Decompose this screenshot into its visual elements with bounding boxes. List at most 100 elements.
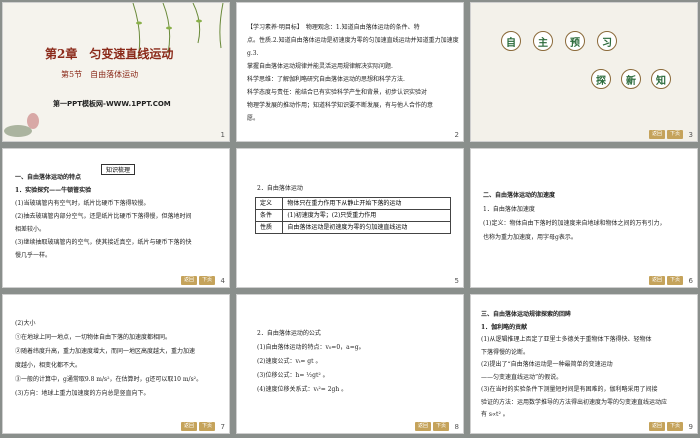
- cell: 物体只在重力作用下从静止开始下落的运动: [282, 197, 451, 210]
- title-char: 自: [501, 31, 521, 51]
- title-char: 预: [565, 31, 585, 51]
- content-text: 三、自由落体运动规律探索的回眸 1．伽利略的贡献 (1)从逻辑推理上否定了亚里士…: [481, 309, 695, 422]
- title-char: 新: [621, 69, 641, 89]
- slide-number: 6: [688, 277, 693, 285]
- slide-3[interactable]: 自 主 预 习 探 新 知 返回 下页 3: [470, 2, 698, 142]
- line: 三、自由落体运动规律探索的回眸: [481, 311, 572, 318]
- cell: 定义: [254, 197, 284, 210]
- line: ③一般的计算中，g通常取9.8 m/s²，在估算时，g还可以取10 m/s²。: [15, 376, 203, 383]
- back-button[interactable]: 返回: [648, 422, 665, 431]
- line: (2)大小: [15, 320, 36, 327]
- slide-7[interactable]: (2)大小 ①在地球上同一地点，一切物体自由下落的加速度都相同。 ②随着纬度升高…: [2, 294, 230, 434]
- line: 度越小，相变化都不大。: [15, 362, 82, 369]
- slide-4[interactable]: 知识梳理 一、自由落体运动的特点 1．实验探究——牛顿管实验 (1)当玻璃管内有…: [2, 148, 230, 288]
- content-text: 二、自由落体运动的加速度 1．自由落体加速度 (1)定义：物体自由下落时的加速度…: [483, 189, 695, 245]
- slide-number: 4: [220, 277, 225, 285]
- cell: (1)初速度为零；(2)只受重力作用: [282, 209, 451, 222]
- slide-number: 9: [688, 423, 693, 431]
- slide-5[interactable]: 2．自由落体运动 定义 物体只在重力作用下从静止开始下落的运动 条件 (1)初速度为…: [236, 148, 464, 288]
- back-button[interactable]: 返回: [648, 276, 665, 285]
- line: 也称为重力加速度，用字母g表示。: [483, 234, 577, 241]
- title-row-1: 自 主 预 习: [501, 31, 617, 51]
- line: (1)当玻璃管内有空气时，纸片比硬币下落得较慢。: [15, 200, 150, 207]
- slide-number: 1: [220, 131, 225, 139]
- next-button[interactable]: 下页: [198, 422, 215, 431]
- line: (3)方向：地球上重力加速度的方向总是竖直向下。: [15, 390, 150, 397]
- slide-8[interactable]: 2．自由落体运动的公式 (1)自由落体运动的特点：v₀=0，a=g。 (2)速度…: [236, 294, 464, 434]
- next-button[interactable]: 下页: [432, 422, 449, 431]
- nav-buttons: 返回 下页: [648, 276, 683, 285]
- line: 科学思维：了解伽利略研究自由落体运动的思想和科学方法.: [247, 76, 405, 83]
- line: (2)提出了“自由落体运动是一种最简单的变速运动: [481, 361, 613, 368]
- line: (3)在当时的实验条件下测量短时间是有困难的，伽利略采用了间接: [481, 386, 658, 393]
- line: 二、自由落体运动的加速度: [483, 192, 556, 199]
- line: 物理学发展的推动作用；知道科学知识要不断发展，有与他人合作的意: [247, 102, 434, 109]
- content-text: 2．自由落体运动的公式 (1)自由落体运动的特点：v₀=0，a=g。 (2)速度…: [257, 327, 457, 397]
- slide-number: 8: [454, 423, 459, 431]
- watermark: 第一PPT模板网-WWW.1PPT.COM: [53, 100, 171, 108]
- next-button[interactable]: 下页: [666, 276, 683, 285]
- lotus-decoration: [4, 113, 39, 137]
- table-row: 性质 自由落体运动是初速度为零的匀加速直线运动: [254, 221, 451, 234]
- line: 【学习素养·明目标】 物理观念：1.知道自由落体运动的条件、特: [247, 24, 420, 31]
- slide-number: 5: [454, 277, 459, 285]
- chapter-title: 第2章 匀变速直线运动: [45, 47, 174, 61]
- line: 愿。: [247, 115, 260, 122]
- nav-buttons: 返回 下页: [180, 276, 215, 285]
- slide-9[interactable]: 三、自由落体运动规律探索的回眸 1．伽利略的贡献 (1)从逻辑推理上否定了亚里士…: [470, 294, 698, 434]
- line: 掌握自由落体运动规律并能灵活运用规律解决实际问题.: [247, 63, 393, 70]
- slide-number: 7: [220, 423, 225, 431]
- objectives-text: 【学习素养·明目标】 物理观念：1.知道自由落体运动的条件、特 点。性质.2.知…: [247, 21, 459, 125]
- next-button[interactable]: 下页: [198, 276, 215, 285]
- line: (3)继续抽取玻璃管内的空气，使其接近真空，纸片与硬币下落的快: [15, 239, 192, 246]
- slide-number: 3: [688, 131, 693, 139]
- line: 验证的方法：运用数学推导的方法得出初速度为零的匀变速直线运动应: [481, 398, 668, 406]
- back-button[interactable]: 返回: [648, 130, 665, 139]
- cell: 条件: [254, 209, 284, 222]
- nav-buttons: 返回 下页: [414, 422, 449, 431]
- line: 点。性质.2.知道自由落体运动是初速度为零的匀加速直线运动并知道重力加速度g.3…: [247, 37, 459, 57]
- line: ①在地球上同一地点，一切物体自由下落的加速度都相同。: [15, 334, 172, 341]
- title-char: 知: [651, 69, 671, 89]
- table-row: 定义 物体只在重力作用下从静止开始下落的运动: [254, 197, 451, 210]
- line: (3)位移公式：h= ½gt² 。: [257, 372, 329, 379]
- line: (2)速度公式：vₜ= gt 。: [257, 358, 322, 365]
- line: ②随着纬度升高，重力加速度增大，而同一地区高度越大，重力加速: [15, 348, 196, 355]
- slide-2[interactable]: 【学习素养·明目标】 物理观念：1.知道自由落体运动的条件、特 点。性质.2.知…: [236, 2, 464, 142]
- title-row-2: 探 新 知: [591, 69, 671, 89]
- line: 下落得慢的论断。: [481, 348, 530, 356]
- heading: 2．自由落体运动: [257, 185, 303, 192]
- slide-number: 2: [454, 131, 459, 139]
- line: 有 s∝t² 。: [481, 411, 509, 418]
- back-button[interactable]: 返回: [414, 422, 431, 431]
- cell: 性质: [254, 221, 284, 234]
- next-button[interactable]: 下页: [666, 130, 683, 139]
- next-button[interactable]: 下页: [666, 422, 683, 431]
- nav-buttons: 返回 下页: [648, 422, 683, 431]
- line: 1．自由落体加速度: [483, 206, 535, 213]
- line: 2．自由落体运动的公式: [257, 330, 321, 337]
- line: ——匀变速直线运动”的假说。: [481, 373, 563, 381]
- nav-buttons: 返回 下页: [648, 130, 683, 139]
- line: 慢几乎一样。: [15, 252, 52, 259]
- slide-6[interactable]: 二、自由落体运动的加速度 1．自由落体加速度 (1)定义：物体自由下落时的加速度…: [470, 148, 698, 288]
- content-text: (2)大小 ①在地球上同一地点，一切物体自由下落的加速度都相同。 ②随着纬度升高…: [15, 317, 227, 401]
- nav-buttons: 返回 下页: [180, 422, 215, 431]
- section-title: 第5节 自由落体运动: [61, 70, 139, 79]
- line: (1)自由落体运动的特点：v₀=0，a=g。: [257, 344, 365, 351]
- table-row: 条件 (1)初速度为零；(2)只受重力作用: [254, 209, 451, 222]
- content-text: 一、自由落体运动的特点 1．实验探究——牛顿管实验 (1)当玻璃管内有空气时，纸…: [15, 171, 227, 262]
- line: (4)速度位移关系式：vₜ²= 2gh 。: [257, 386, 348, 393]
- title-char: 习: [597, 31, 617, 51]
- title-char: 主: [533, 31, 553, 51]
- line: 1．实验探究——牛顿管实验: [15, 187, 92, 194]
- line: 相差较小。: [15, 226, 46, 233]
- line: 科学态度与责任：能结合已有实验科学产生和背景，初步认识实验对: [247, 89, 428, 96]
- title-char: 探: [591, 69, 611, 89]
- line: 1．伽利略的贡献: [481, 323, 528, 331]
- back-button[interactable]: 返回: [180, 422, 197, 431]
- slide-1[interactable]: 第2章 匀变速直线运动 第5节 自由落体运动 第一PPT模板网-WWW.1PPT…: [2, 2, 230, 142]
- line: (1)定义：物体自由下落时的加速度来自地球和物体之间的万有引力，: [483, 220, 666, 227]
- cell: 自由落体运动是初速度为零的匀加速直线运动: [282, 221, 451, 234]
- back-button[interactable]: 返回: [180, 276, 197, 285]
